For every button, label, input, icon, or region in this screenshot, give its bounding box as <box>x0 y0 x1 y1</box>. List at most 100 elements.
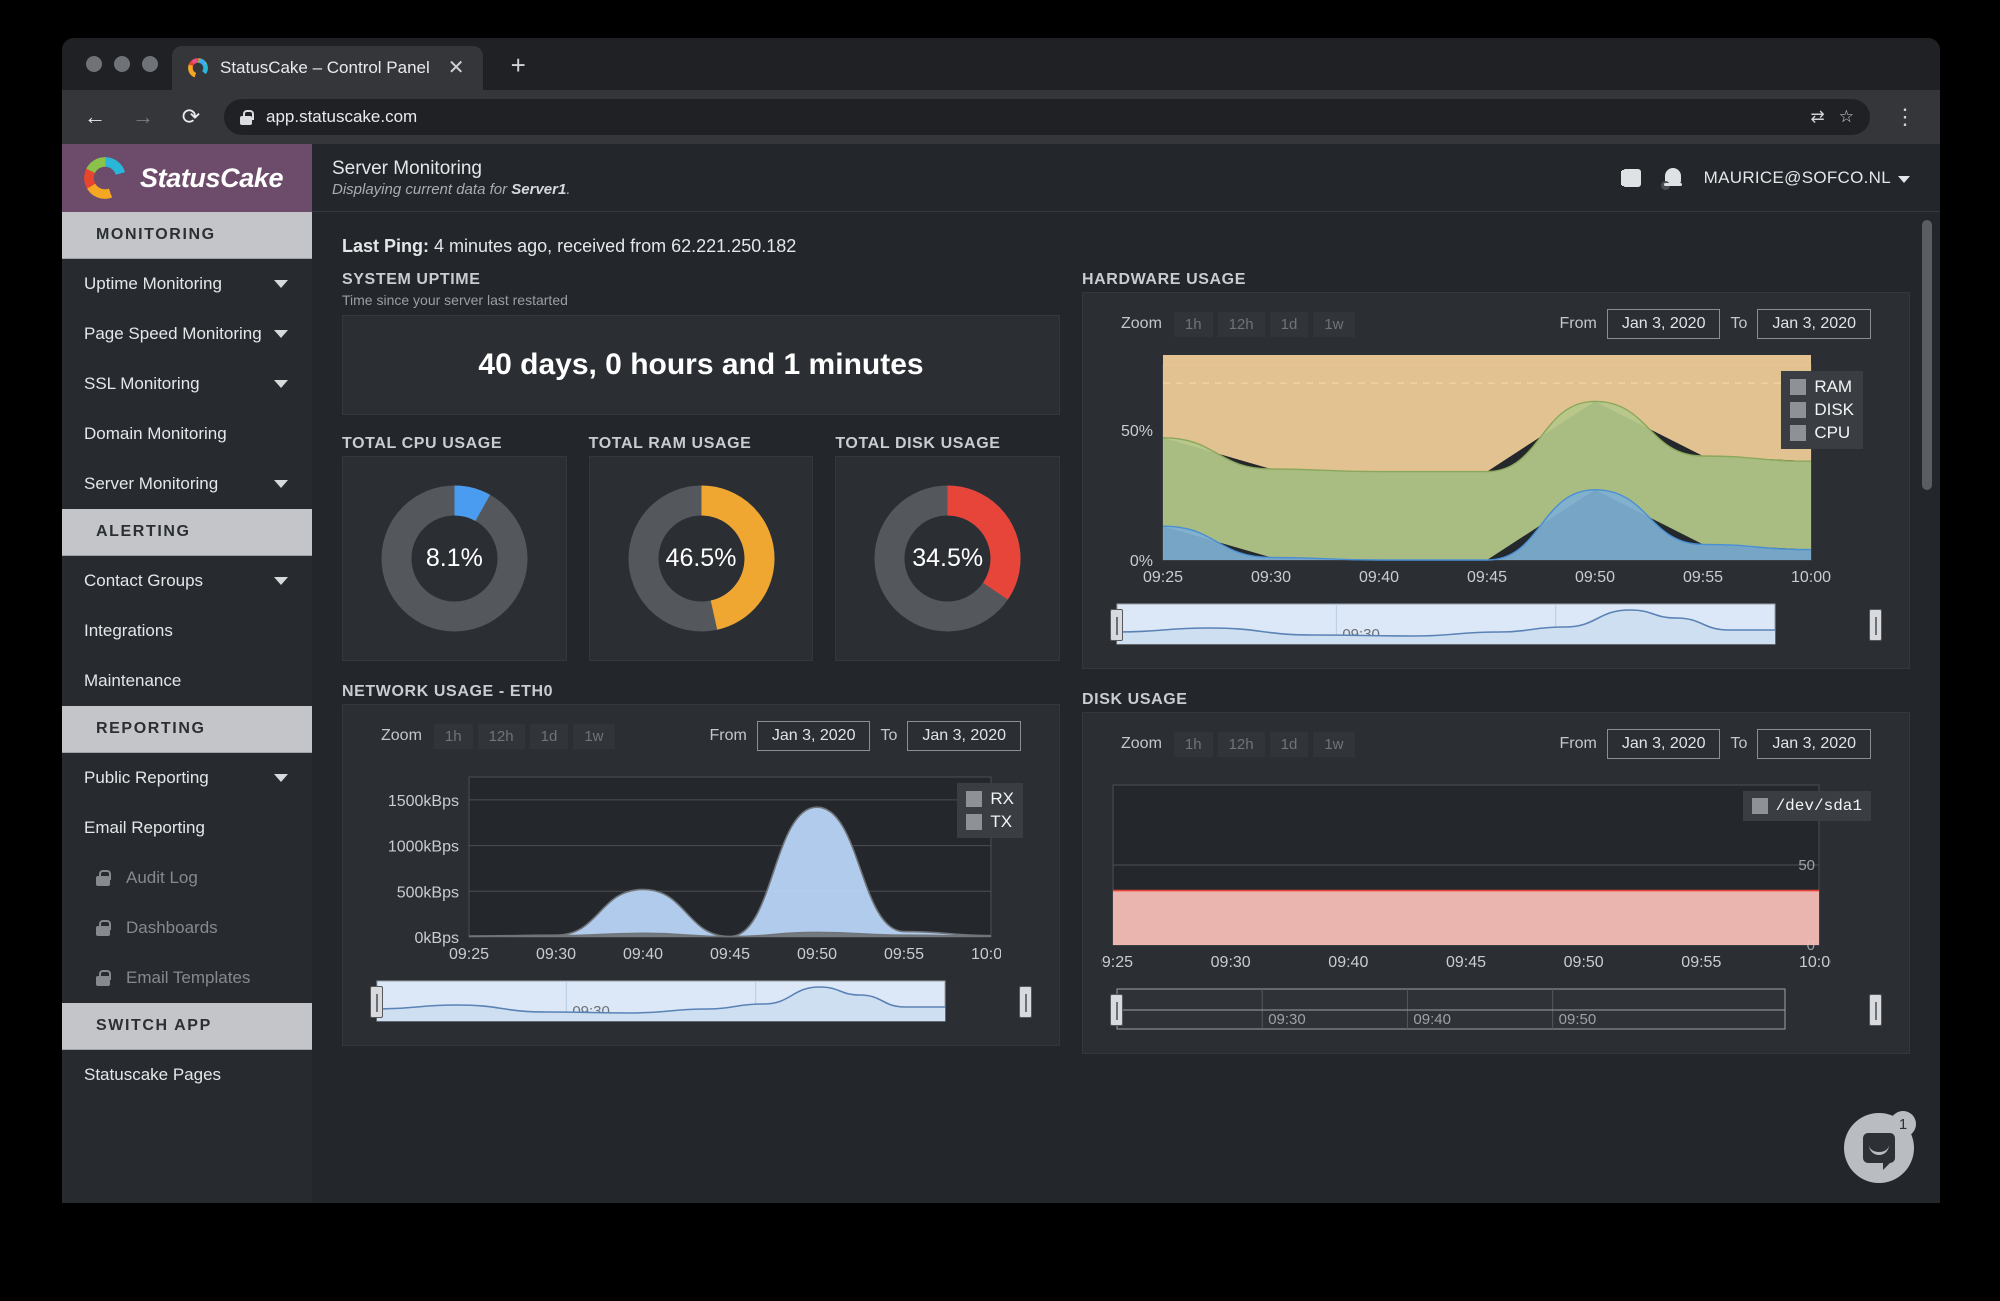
back-button[interactable]: ← <box>80 104 110 130</box>
user-menu[interactable]: MAURICE@SOFCO.NL <box>1704 168 1910 188</box>
disk-usage-chart[interactable]: 05009:2509:3009:4009:4509:5009:5510:00 /… <box>1101 775 1891 975</box>
sidebar-item-contact-groups[interactable]: Contact Groups <box>62 556 312 606</box>
new-tab-button[interactable]: + <box>501 50 536 80</box>
from-date-field[interactable]: Jan 3, 2020 <box>1606 729 1721 759</box>
brand-logo[interactable]: StatusCake <box>62 144 312 212</box>
legend-item[interactable]: RAM <box>1790 377 1854 397</box>
zoom-option-1h[interactable]: 1h <box>433 723 473 749</box>
range-handle-left[interactable] <box>1110 609 1123 641</box>
to-date-field[interactable]: Jan 3, 2020 <box>1757 309 1871 339</box>
donut-total-cpu-usage: TOTAL CPU USAGE 8.1% <box>342 435 567 661</box>
svg-text:0kBps: 0kBps <box>415 930 459 947</box>
legend-label: DISK <box>1814 400 1854 419</box>
sidebar-item-email-reporting[interactable]: Email Reporting <box>62 803 312 853</box>
sidebar-item-statuscake-pages[interactable]: Statuscake Pages <box>62 1050 312 1100</box>
legend-item[interactable]: DISK <box>1790 400 1854 420</box>
legend-swatch-icon <box>1790 425 1807 441</box>
zoom-option-1d[interactable]: 1d <box>1269 311 1309 337</box>
close-window-button[interactable] <box>86 56 102 72</box>
forward-button[interactable]: → <box>128 104 158 130</box>
sidebar-item-integrations[interactable]: Integrations <box>62 606 312 656</box>
zoom-option-1h[interactable]: 1h <box>1173 731 1213 757</box>
chevron-down-icon <box>274 577 288 585</box>
legend-swatch-icon <box>1751 798 1768 814</box>
from-label: From <box>709 727 747 744</box>
page-scrollbar[interactable] <box>1922 212 1936 1203</box>
zoom-option-1d[interactable]: 1d <box>1269 731 1309 757</box>
minimize-window-button[interactable] <box>114 56 130 72</box>
sidebar-item-server-monitoring[interactable]: Server Monitoring <box>62 459 312 509</box>
legend-item[interactable]: CPU <box>1790 423 1854 443</box>
reload-button[interactable]: ⟳ <box>176 104 206 130</box>
page-heading: Server Monitoring Displaying current dat… <box>332 157 1620 198</box>
sidebar-item-uptime-monitoring[interactable]: Uptime Monitoring <box>62 259 312 309</box>
from-date-field[interactable]: Jan 3, 2020 <box>1606 309 1721 339</box>
lock-icon <box>96 970 111 986</box>
zoom-option-1w[interactable]: 1w <box>1313 311 1355 337</box>
sidebar-item-email-templates[interactable]: Email Templates <box>62 953 312 1003</box>
chevron-down-icon <box>274 280 288 288</box>
range-handle-left[interactable] <box>370 986 383 1018</box>
sidebar-item-ssl-monitoring[interactable]: SSL Monitoring <box>62 359 312 409</box>
app-root: StatusCake MONITORING Uptime Monitoring Pa… <box>62 144 1940 1203</box>
to-date-field[interactable]: Jan 3, 2020 <box>1757 729 1871 759</box>
browser-menu-button[interactable]: ⋮ <box>1888 104 1922 130</box>
donut-total-disk-usage: TOTAL DISK USAGE 34.5% <box>835 435 1061 661</box>
disk-range-selector[interactable]: 09:30 09:40 09:50 <box>1101 987 1891 1033</box>
network-range-selector[interactable]: 09:3009:45 <box>361 979 1041 1025</box>
page-scrollbar-thumb[interactable] <box>1922 220 1932 490</box>
close-tab-icon[interactable]: ✕ <box>442 54 471 82</box>
dashboard-scroll-area[interactable]: Last Ping: 4 minutes ago, received from … <box>312 212 1940 1203</box>
support-chat-button[interactable]: 1 <box>1844 1111 1916 1183</box>
zoom-option-1d[interactable]: 1d <box>529 723 569 749</box>
zoom-option-1w[interactable]: 1w <box>573 723 615 749</box>
sidebar-item-maintenance[interactable]: Maintenance <box>62 656 312 706</box>
sidebar-item-public-reporting[interactable]: Public Reporting <box>62 753 312 803</box>
notifications-bell-icon[interactable] <box>1660 166 1684 190</box>
bookmark-star-icon[interactable]: ☆ <box>1839 107 1854 127</box>
svg-text:09:40: 09:40 <box>623 946 663 963</box>
svg-text:09:40: 09:40 <box>1359 569 1399 586</box>
network-usage-title: NETWORK USAGE - ETH0 <box>342 683 554 700</box>
translate-icon[interactable]: ⇄ <box>1811 107 1825 127</box>
svg-text:09:55: 09:55 <box>884 946 924 963</box>
sidebar-item-audit-log[interactable]: Audit Log <box>62 853 312 903</box>
last-ping-value: 4 minutes ago, received from 62.221.250.… <box>434 236 797 256</box>
svg-text:09:25: 09:25 <box>1101 954 1133 971</box>
svg-text:10:00: 10:00 <box>1791 569 1831 586</box>
svg-text:09:30: 09:30 <box>1211 954 1251 971</box>
hardware-range-selector[interactable]: 09:3009:45 <box>1101 602 1891 648</box>
sidebar-item-dashboards[interactable]: Dashboards <box>62 903 312 953</box>
to-date-field[interactable]: Jan 3, 2020 <box>907 721 1021 751</box>
sidebar-item-domain-monitoring[interactable]: Domain Monitoring <box>62 409 312 459</box>
maximize-window-button[interactable] <box>142 56 158 72</box>
address-bar[interactable]: app.statuscake.com ⇄ ☆ <box>224 99 1870 135</box>
svg-text:09:55: 09:55 <box>1683 569 1723 586</box>
network-usage-chart[interactable]: 0kBps 500kBps 1000kBps 1500kBps 09:25 09:30 09… <box>361 767 1041 967</box>
zoom-option-12h[interactable]: 12h <box>1217 311 1265 337</box>
dashboard-right-column: HARDWARE USAGE Zoom 1h 12h 1d 1w From Ja… <box>1082 271 1910 1054</box>
range-handle-left[interactable] <box>1110 994 1123 1026</box>
range-handle-right[interactable] <box>1869 609 1882 641</box>
legend-item[interactable]: TX <box>966 812 1014 832</box>
zoom-option-1h[interactable]: 1h <box>1173 311 1213 337</box>
statuscake-favicon-icon <box>188 58 208 78</box>
zoom-option-12h[interactable]: 12h <box>1217 731 1265 757</box>
range-handle-right[interactable] <box>1019 986 1032 1018</box>
dashboard-grid: SYSTEM UPTIME Time since your server las… <box>332 271 1910 1054</box>
user-email-label: MAURICE@SOFCO.NL <box>1703 167 1891 187</box>
range-handle-right[interactable] <box>1869 994 1882 1026</box>
system-uptime-subtitle: Time since your server last restarted <box>342 292 568 308</box>
lock-icon <box>96 920 111 936</box>
legend-item[interactable]: RX <box>966 789 1014 809</box>
svg-text:0%: 0% <box>1130 553 1153 570</box>
sidebar-item-page-speed-monitoring[interactable]: Page Speed Monitoring <box>62 309 312 359</box>
docs-book-icon[interactable] <box>1620 167 1642 189</box>
zoom-option-12h[interactable]: 12h <box>477 723 525 749</box>
from-date-field[interactable]: Jan 3, 2020 <box>756 721 871 751</box>
browser-tab[interactable]: StatusCake – Control Panel ✕ <box>172 46 483 90</box>
zoom-option-1w[interactable]: 1w <box>1313 731 1355 757</box>
legend-item[interactable]: /dev/sda1 <box>1751 797 1862 815</box>
bell-badge-dot <box>1660 180 1670 190</box>
hardware-usage-chart[interactable]: 0% 50% 09:25 09:30 09:40 09:45 09:50 09:55 10:00… <box>1101 355 1891 590</box>
